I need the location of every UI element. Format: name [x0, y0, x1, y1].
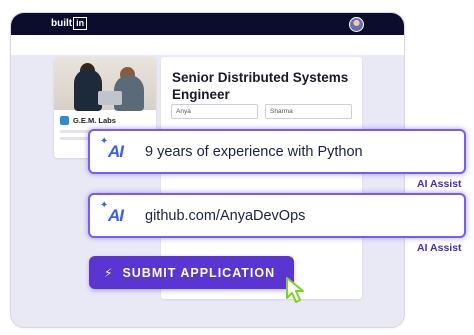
- ai-assist-label: AI Assist: [417, 242, 462, 254]
- top-nav-bar: built in: [11, 13, 404, 35]
- assist-suggestion-text: 9 years of experience with Python: [145, 143, 363, 160]
- builtin-logo[interactable]: built in: [51, 17, 88, 30]
- company-name: G.E.M. Labs: [73, 116, 116, 125]
- company-photo: [54, 57, 156, 111]
- mouse-cursor-icon: [286, 277, 304, 303]
- ai-sparkle-icon: ✦ AI: [100, 135, 124, 161]
- ai-assist-suggestion-experience[interactable]: ✦ AI 9 years of experience with Python: [88, 129, 466, 174]
- assist-suggestion-text: github.com/AnyaDevOps: [145, 207, 306, 224]
- submit-application-button[interactable]: ⚡ SUBMIT APPLICATION: [89, 256, 294, 289]
- company-row: G.E.M. Labs: [60, 116, 116, 125]
- ai-sparkle-icon: ✦ AI: [100, 199, 124, 225]
- person-body: [74, 69, 102, 111]
- last-name-field[interactable]: Sharma: [265, 104, 352, 119]
- sub-nav-bar: [11, 35, 404, 55]
- logo-text-built: built: [51, 18, 73, 29]
- logo-text-in: in: [73, 17, 88, 30]
- company-logo-icon: [60, 116, 69, 125]
- laptop: [98, 91, 122, 105]
- user-avatar[interactable]: [349, 17, 364, 32]
- lightning-bolt-icon: ⚡: [104, 265, 113, 280]
- ai-assist-suggestion-github[interactable]: ✦ AI github.com/AnyaDevOps: [88, 193, 466, 238]
- ai-assist-label: AI Assist: [417, 178, 462, 190]
- first-name-field[interactable]: Anya: [171, 104, 258, 119]
- submit-button-label: SUBMIT APPLICATION: [122, 265, 276, 280]
- job-title: Senior Distributed Systems Engineer: [172, 70, 349, 102]
